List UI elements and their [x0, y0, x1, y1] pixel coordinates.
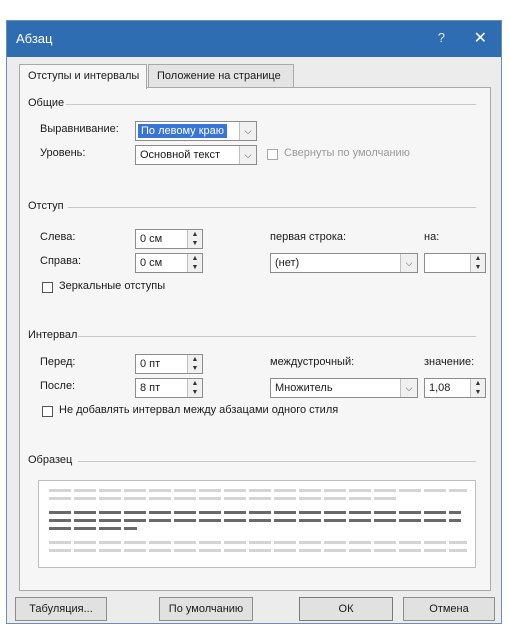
line-spacing-select[interactable]: Множитель ⌵: [270, 378, 418, 398]
preview-sample-text-line: [49, 511, 461, 514]
by-label: на:: [424, 231, 440, 243]
tab-panel: Общие Выравнивание: По левому краю ⌵ Уро…: [19, 87, 491, 591]
spinner-buttons[interactable]: ▲ ▼: [187, 355, 202, 373]
collapsed-checkbox[interactable]: [267, 149, 278, 160]
alignment-select[interactable]: По левому краю ⌵: [135, 121, 257, 141]
spinner-buttons[interactable]: ▲ ▼: [187, 230, 202, 248]
spacing-after-label: После:: [40, 380, 76, 392]
preview-divider: [78, 461, 476, 462]
chevron-down-icon: ⌵: [400, 379, 417, 397]
set-default-button-label: По умолчанию: [168, 603, 244, 615]
arrow-down-icon[interactable]: ▼: [188, 364, 202, 373]
spacing-before-label: Перед:: [40, 356, 76, 368]
indent-left-value: 0 см: [140, 233, 163, 245]
dont-add-space-checkbox[interactable]: [42, 406, 53, 417]
at-label: значение:: [424, 356, 475, 368]
spacing-before-spinner[interactable]: 0 пт ▲ ▼: [135, 354, 203, 374]
spinner-buttons[interactable]: ▲ ▼: [470, 254, 485, 272]
collapsed-label: Свернуты по умолчанию: [284, 147, 410, 159]
preview-sample-text-line: [49, 519, 461, 522]
cancel-button-label: Отмена: [429, 603, 469, 615]
arrow-up-icon[interactable]: ▲: [471, 254, 485, 263]
arrow-down-icon[interactable]: ▼: [188, 388, 202, 397]
at-value: 1,08: [429, 382, 451, 394]
set-default-button[interactable]: По умолчанию: [159, 597, 253, 621]
preview-previous-paragraph-line: [49, 489, 467, 492]
chevron-down-icon: ⌵: [400, 254, 417, 272]
preview-sample-text-line: [49, 527, 137, 530]
general-group-title: Общие: [28, 97, 65, 109]
close-button[interactable]: ✕: [474, 28, 487, 48]
dont-add-space-label: Не добавлять интервал между абзацами одн…: [59, 404, 339, 416]
spacing-divider: [78, 336, 476, 337]
first-line-value: (нет): [275, 257, 300, 269]
arrow-up-icon[interactable]: ▲: [471, 379, 485, 388]
by-spinner[interactable]: ▲ ▼: [424, 253, 486, 273]
spacing-after-value: 8 пт: [140, 382, 161, 394]
indent-right-label: Справа:: [40, 255, 82, 267]
help-button[interactable]: ?: [438, 30, 445, 45]
tabs-button-label: Табуляция...: [29, 603, 93, 615]
arrow-down-icon[interactable]: ▼: [188, 239, 202, 248]
line-spacing-label: междустрочный:: [270, 356, 355, 368]
first-line-select[interactable]: (нет) ⌵: [270, 253, 418, 273]
preview-group-title: Образец: [28, 454, 73, 466]
level-select[interactable]: Основной текст ⌵: [135, 145, 257, 165]
arrow-up-icon[interactable]: ▲: [188, 254, 202, 263]
preview-next-paragraph-line: [49, 549, 467, 552]
chevron-down-icon: ⌵: [239, 146, 256, 164]
preview-previous-paragraph-line: [49, 497, 399, 500]
spinner-buttons[interactable]: ▲ ▼: [187, 254, 202, 272]
first-line-label: первая строка:: [270, 231, 347, 243]
tab-line-page-breaks[interactable]: Положение на странице: [148, 64, 294, 87]
indent-left-label: Слева:: [40, 231, 76, 243]
spinner-buttons[interactable]: ▲ ▼: [470, 379, 485, 397]
preview-box: [38, 480, 476, 568]
arrow-down-icon[interactable]: ▼: [471, 388, 485, 397]
line-spacing-value: Множитель: [275, 382, 333, 394]
spacing-group-title: Интервал: [28, 329, 78, 341]
spinner-buttons[interactable]: ▲ ▼: [187, 379, 202, 397]
arrow-up-icon[interactable]: ▲: [188, 355, 202, 364]
at-spinner[interactable]: 1,08 ▲ ▼: [424, 378, 486, 398]
preview-next-paragraph-line: [49, 541, 467, 544]
indent-right-spinner[interactable]: 0 см ▲ ▼: [135, 253, 203, 273]
arrow-down-icon[interactable]: ▼: [471, 263, 485, 272]
alignment-value: По левому краю: [138, 124, 227, 138]
arrow-up-icon[interactable]: ▲: [188, 379, 202, 388]
tab-indents-spacing[interactable]: Отступы и интервалы: [19, 64, 147, 89]
dialog-title: Абзац: [16, 31, 53, 46]
arrow-up-icon[interactable]: ▲: [188, 230, 202, 239]
title-bar: Абзац ? ✕: [7, 21, 501, 57]
arrow-down-icon[interactable]: ▼: [188, 263, 202, 272]
ok-button[interactable]: ОК: [299, 597, 393, 621]
indent-divider: [68, 207, 476, 208]
mirror-indents-label: Зеркальные отступы: [59, 280, 166, 292]
level-label: Уровень:: [40, 147, 86, 159]
chevron-down-icon: ⌵: [239, 122, 256, 140]
indent-group-title: Отступ: [28, 200, 64, 212]
tab-indents-spacing-label: Отступы и интервалы: [28, 70, 140, 82]
indent-right-value: 0 см: [140, 257, 163, 269]
spacing-before-value: 0 пт: [140, 358, 161, 370]
tab-line-page-breaks-label: Положение на странице: [157, 70, 281, 82]
paragraph-dialog: Абзац ? ✕ Отступы и интервалы Положение …: [6, 20, 502, 624]
spacing-after-spinner[interactable]: 8 пт ▲ ▼: [135, 378, 203, 398]
ok-button-label: ОК: [338, 603, 354, 615]
level-value: Основной текст: [140, 149, 220, 161]
indent-left-spinner[interactable]: 0 см ▲ ▼: [135, 229, 203, 249]
cancel-button[interactable]: Отмена: [403, 597, 495, 621]
mirror-indents-checkbox[interactable]: [42, 282, 53, 293]
alignment-label: Выравнивание:: [40, 123, 119, 135]
general-divider: [66, 104, 476, 105]
tabs-button[interactable]: Табуляция...: [15, 597, 107, 621]
